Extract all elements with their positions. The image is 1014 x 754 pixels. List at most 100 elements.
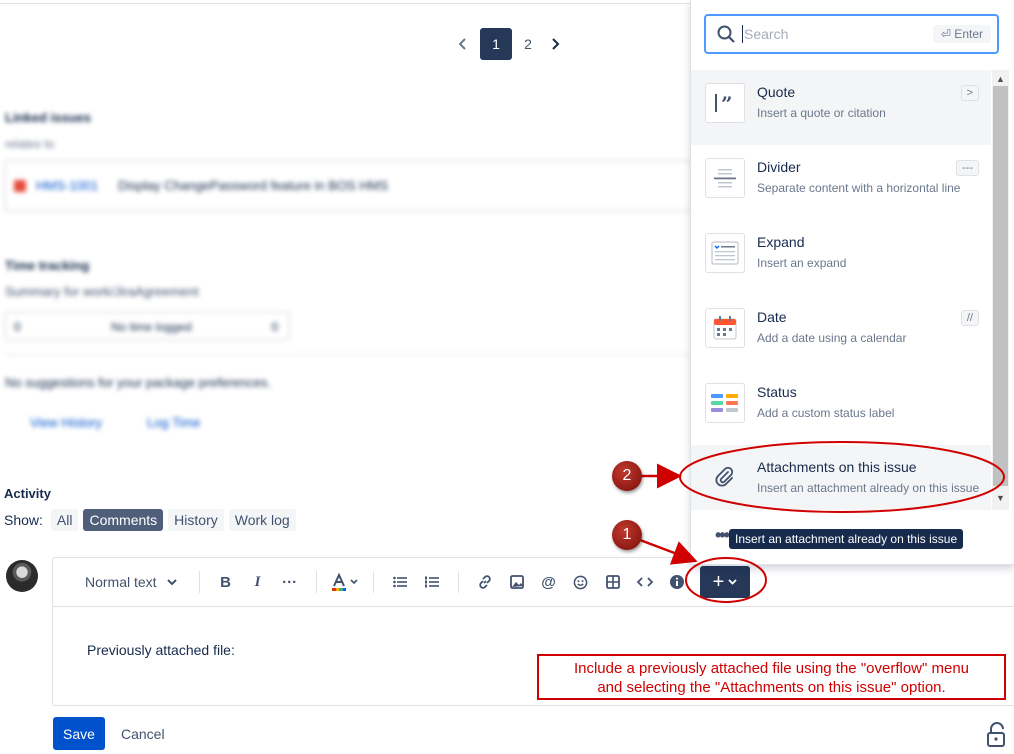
menu-item-desc: Insert an attachment already on this iss… [757,481,980,495]
insert-search-box[interactable]: ⏎ Enter [704,14,999,54]
more-options-button[interactable]: ••• [715,525,730,546]
log-time-link[interactable]: Log Time [147,415,200,430]
tooltip: Insert an attachment already on this iss… [729,529,964,549]
plus-icon: + [712,570,725,593]
menu-item-desc: Add a date using a calendar [757,331,907,345]
calendar-icon [705,308,745,348]
bold-icon[interactable]: B [210,566,242,598]
quote-icon: ” [705,83,745,123]
show-label: Show: [4,512,43,528]
save-button[interactable]: Save [53,717,105,750]
top-divider [0,3,690,4]
menu-item-attachments[interactable]: Attachments on this issue Insert an atta… [691,445,991,510]
menu-item-quote[interactable]: ” Quote Insert a quote or citation > [691,70,991,145]
time-mid: No time logged [111,320,192,334]
scroll-down-arrow-icon[interactable]: ▼ [993,491,1008,505]
text-style-label: Normal text [85,574,157,590]
suggestions-text: No suggestions for your package preferen… [5,375,271,390]
text-color-icon[interactable] [327,566,363,598]
callout-line-1: Include a previously attached file using… [573,660,970,677]
time-right: 0 [271,320,278,334]
menu-item-shortcut: --- [956,160,979,176]
insert-menu-panel: ⏎ Enter ” Quote Insert a quote or citati… [690,0,1014,565]
time-left: 0 [14,320,21,334]
activity-filters: Show: All Comments History Work log [4,509,296,531]
menu-item-title: Status [757,384,797,400]
mention-icon[interactable]: @ [533,566,565,598]
scrollbar-thumb[interactable] [993,86,1008,486]
info-icon[interactable] [661,566,693,598]
menu-item-shortcut: > [960,85,979,101]
numbered-list-icon[interactable] [416,566,448,598]
status-icon [705,383,745,423]
view-history-link[interactable]: View History [30,415,102,430]
page-2-button[interactable]: 2 [512,28,544,60]
menu-item-desc: Insert an expand [757,256,847,270]
menu-item-expand[interactable]: Expand Insert an expand [691,220,991,295]
paperclip-icon [705,458,745,498]
menu-item-title: Expand [757,234,805,250]
chevron-left-icon[interactable] [452,28,474,60]
code-icon[interactable] [629,566,661,598]
pagination: 1 2 [452,28,566,60]
emoji-icon[interactable] [565,566,597,598]
linked-issue-card[interactable]: HMS-1001 Display ChangePassword feature … [4,160,694,212]
bullet-list-icon[interactable] [384,566,416,598]
toolbar-separator [198,571,200,593]
annotation-callout: Include a previously attached file using… [537,654,1006,700]
filter-comments[interactable]: Comments [83,509,164,531]
filter-all[interactable]: All [50,509,79,531]
callout-line-2: and selecting the "Attachments on this i… [597,679,946,696]
lock-icon[interactable] [985,722,1011,748]
linked-issue-summary: Display ChangePassword feature in BOS HM… [118,178,389,193]
search-input[interactable] [742,25,922,43]
svg-text:”: ” [721,92,733,115]
linked-issues-title: Linked issues [5,110,91,125]
toolbar-separator [372,571,374,593]
link-icon[interactable] [469,566,501,598]
menu-item-desc: Insert a quote or citation [757,106,886,120]
menu-item-title: Divider [757,159,801,175]
editor-content[interactable]: Previously attached file: [87,642,235,658]
menu-item-desc: Add a custom status label [757,406,895,420]
insert-menu-button[interactable]: + [700,566,750,598]
more-formatting-icon[interactable]: ··· [274,566,306,598]
page-1-button[interactable]: 1 [480,28,512,60]
italic-icon[interactable]: I [242,566,274,598]
linked-issue-key[interactable]: HMS-1001 [36,178,98,193]
expand-icon [705,233,745,273]
menu-item-title: Date [757,309,787,325]
chevron-down-icon [728,579,737,585]
image-icon[interactable] [501,566,533,598]
time-tracking-bar: 0 No time logged 0 [4,311,290,341]
toolbar-separator [315,571,317,593]
filter-history[interactable]: History [168,509,224,531]
menu-item-divider[interactable]: Divider Separate content with a horizont… [691,145,991,220]
scroll-up-arrow-icon[interactable]: ▲ [993,72,1008,86]
chevron-right-icon[interactable] [544,28,566,60]
divider [4,354,694,355]
linked-issues-sub: relates to [5,137,55,151]
menu-item-shortcut: // [960,310,979,326]
cancel-button[interactable]: Cancel [113,717,173,750]
activity-title: Activity [4,486,51,501]
avatar [6,560,38,592]
insert-menu-list: ” Quote Insert a quote or citation > Div… [691,70,991,510]
editor-toolbar: Normal text B I ··· @ [53,558,1014,607]
table-icon[interactable] [597,566,629,598]
chevron-down-icon [166,579,177,586]
annotation-badge-1: 1 [612,520,642,550]
menu-item-date[interactable]: Date Add a date using a calendar // [691,295,991,370]
divider-icon [705,158,745,198]
annotation-badge-2: 2 [612,461,642,491]
enter-hint: ⏎ Enter [932,25,991,43]
menu-item-title: Attachments on this issue [757,459,917,475]
bug-icon [14,180,26,192]
time-tracking-title: Time tracking [5,258,90,273]
filter-work-log[interactable]: Work log [228,509,296,531]
menu-item-desc: Separate content with a horizontal line [757,181,961,195]
menu-item-title: Quote [757,84,796,100]
text-style-dropdown[interactable]: Normal text [85,574,177,590]
search-icon [717,25,735,43]
menu-item-status[interactable]: Status Add a custom status label [691,370,991,445]
